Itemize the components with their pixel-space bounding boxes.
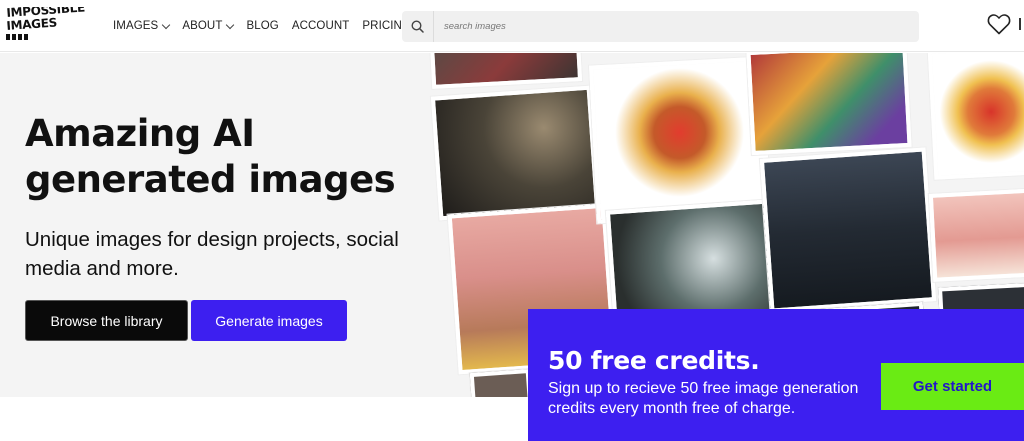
free-credits-banner: 50 free credits. Sign up to recieve 50 f…: [528, 309, 1024, 441]
search-bar: [402, 11, 919, 42]
generate-images-button[interactable]: Generate images: [191, 300, 347, 341]
nav-item-label: ABOUT: [182, 20, 223, 32]
search-icon: [411, 20, 424, 33]
search-button[interactable]: [402, 11, 434, 42]
image-tile-festival-dancers[interactable]: [746, 53, 912, 156]
menu-icon[interactable]: [1019, 18, 1024, 30]
nav-item-label: IMAGES: [113, 20, 159, 32]
nav-item-label: ACCOUNT: [291, 20, 350, 32]
chevron-down-icon: [226, 20, 235, 29]
image-tile-gothic-staircase[interactable]: [430, 85, 600, 221]
heart-icon[interactable]: [987, 13, 1011, 35]
chevron-down-icon: [162, 20, 171, 29]
promo-text: Sign up to recieve 50 free image generat…: [548, 380, 859, 417]
get-started-button[interactable]: Get started: [881, 363, 1024, 410]
hero-subtitle: Unique images for design projects, socia…: [25, 228, 399, 280]
image-tile-dark-library[interactable]: [759, 147, 937, 313]
main-nav: IMAGES ABOUT BLOG ACCOUNT PRICING: [113, 0, 411, 52]
site-logo[interactable]: IMPOSSIBLE IMAGES: [6, 7, 92, 47]
nav-item-blog[interactable]: BLOG: [246, 20, 278, 32]
image-tile-partial[interactable]: [469, 368, 533, 397]
site-header: IMPOSSIBLE IMAGES IMAGES ABOUT BLOG ACCO…: [0, 0, 1024, 52]
image-tile-street-scene[interactable]: [429, 53, 583, 89]
browse-library-button[interactable]: Browse the library: [25, 300, 188, 341]
image-tile-heart-burger[interactable]: [588, 56, 772, 224]
logo-mark: [6, 34, 28, 40]
search-input[interactable]: [434, 11, 919, 42]
image-tile-heart-hotdog[interactable]: [927, 53, 1024, 180]
hero-title: Amazing AI generated images: [25, 112, 396, 201]
nav-item-label: BLOG: [246, 20, 279, 32]
image-tile-pink-bakery[interactable]: [928, 188, 1024, 282]
nav-item-images[interactable]: IMAGES: [113, 20, 171, 32]
nav-item-account[interactable]: ACCOUNT: [292, 20, 350, 32]
promo-title: 50 free credits.: [548, 346, 760, 375]
nav-item-about[interactable]: ABOUT: [182, 20, 235, 32]
